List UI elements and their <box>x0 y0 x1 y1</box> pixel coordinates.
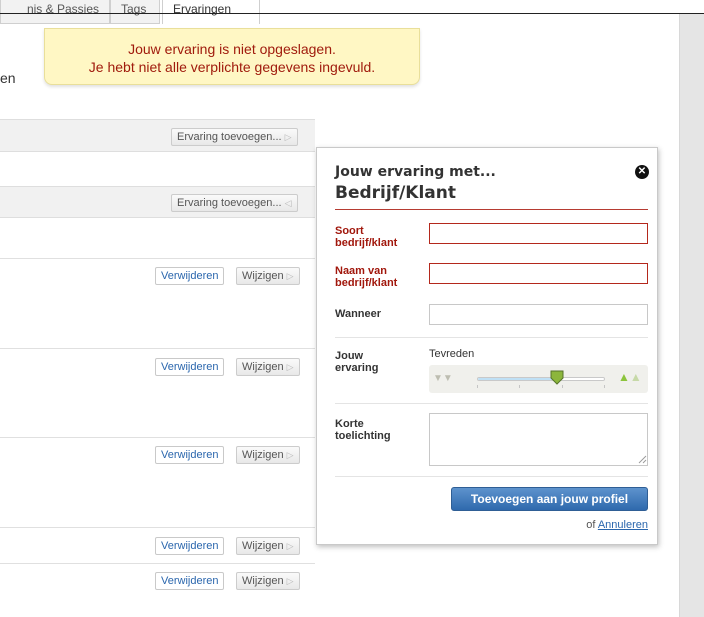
section-heading-fragment: en <box>0 70 16 86</box>
arrow-right-icon: ▷ <box>284 132 292 142</box>
divider <box>0 527 315 528</box>
comment-field-label: Korte toelichting <box>335 418 435 442</box>
add-experience-button-2[interactable]: Ervaring toevoegen... ◁ <box>171 194 298 212</box>
dialog-subtitle: Bedrijf/Klant <box>335 183 457 203</box>
type-field-label-line-2: bedrijf/klant <box>335 237 398 249</box>
when-field-label: Wanneer <box>335 308 382 320</box>
delete-button-2[interactable]: Verwijderen <box>155 358 225 376</box>
cancel-prefix: of <box>586 519 596 531</box>
dialog-title: Jouw ervaring met... <box>335 164 496 180</box>
when-input[interactable] <box>429 304 648 325</box>
delete-button-5[interactable]: Verwijderen <box>155 572 225 590</box>
resize-grip-icon[interactable] <box>637 454 647 464</box>
slider-track-fill <box>478 378 557 380</box>
experience-rating-label-line-1: Jouw <box>335 350 364 362</box>
close-icon[interactable]: ✕ <box>635 165 649 179</box>
arrow-right-icon: ▷ <box>286 362 294 372</box>
rating-value-label: Tevreden <box>429 348 475 360</box>
delete-button-4[interactable]: Verwijderen <box>155 537 225 555</box>
delete-button-1[interactable]: Verwijderen <box>155 267 225 285</box>
slider-track[interactable] <box>477 377 605 381</box>
comment-field-label-line-1: Korte <box>335 418 364 430</box>
name-field-label-line-1: Naam van <box>335 265 387 277</box>
arrow-right-icon: ▷ <box>286 271 294 281</box>
edit-button-2[interactable]: Wijzigen ▷ <box>236 358 300 376</box>
divider <box>335 476 648 477</box>
arrow-right-icon: ▷ <box>286 576 294 586</box>
tab-experiences[interactable]: Ervaringen <box>162 0 260 24</box>
divider <box>0 258 315 259</box>
edit-button-3[interactable]: Wijzigen ▷ <box>236 446 300 464</box>
company-name-input[interactable] <box>429 263 648 284</box>
edit-button-5[interactable]: Wijzigen ▷ <box>236 572 300 590</box>
name-field-label: Naam van bedrijf/klant <box>335 265 435 289</box>
arrow-right-icon: ▷ <box>286 541 294 551</box>
add-experience-dialog: Jouw ervaring met... Bedrijf/Klant ✕ Soo… <box>316 147 658 545</box>
arrow-left-icon: ◁ <box>284 198 292 208</box>
add-to-profile-button[interactable]: Toevoegen aan jouw profiel <box>451 487 648 511</box>
edit-label: Wijzigen <box>242 575 284 587</box>
edit-label: Wijzigen <box>242 540 284 552</box>
type-field-label: Soort bedrijf/klant <box>335 225 435 249</box>
thumbs-up-icon: ▲▲ <box>618 370 642 384</box>
comment-textarea[interactable] <box>429 413 648 466</box>
divider <box>0 563 315 564</box>
divider <box>0 437 315 438</box>
add-experience-button-1[interactable]: Ervaring toevoegen... ▷ <box>171 128 298 146</box>
divider <box>335 337 648 338</box>
type-field-label-line-1: Soort <box>335 225 364 237</box>
edit-button-4[interactable]: Wijzigen ▷ <box>236 537 300 555</box>
thumbs-down-icon: ▼▼ <box>433 373 453 384</box>
divider <box>0 348 315 349</box>
edit-label: Wijzigen <box>242 449 284 461</box>
rating-slider[interactable]: ▼▼ ▲▲ <box>429 365 648 393</box>
error-banner-line-1: Jouw ervaring is niet opgeslagen. <box>128 41 336 57</box>
company-type-input[interactable] <box>429 223 648 244</box>
divider <box>335 403 648 404</box>
tab-tags[interactable]: Tags <box>110 0 160 24</box>
edit-label: Wijzigen <box>242 361 284 373</box>
edit-button-1[interactable]: Wijzigen ▷ <box>236 267 300 285</box>
error-banner: Jouw ervaring is niet opgeslagen. Je heb… <box>44 28 420 85</box>
tab-interests[interactable]: nis & Passies <box>0 0 110 24</box>
dialog-header-divider <box>335 209 648 210</box>
add-experience-label: Ervaring toevoegen... <box>177 197 282 209</box>
experience-rating-label-line-2: ervaring <box>335 362 379 374</box>
cancel-row: of Annuleren <box>557 519 648 531</box>
edit-label: Wijzigen <box>242 270 284 282</box>
error-banner-line-2: Je hebt niet alle verplichte gegevens in… <box>88 59 376 75</box>
cancel-link[interactable]: Annuleren <box>598 519 648 531</box>
right-sidebar <box>679 14 704 617</box>
slider-thumb-icon[interactable] <box>549 369 565 385</box>
slider-ticks <box>477 385 605 389</box>
header-divider <box>0 13 704 14</box>
name-field-label-line-2: bedrijf/klant <box>335 277 398 289</box>
delete-button-3[interactable]: Verwijderen <box>155 446 225 464</box>
add-experience-label: Ervaring toevoegen... <box>177 131 282 143</box>
comment-field-label-line-2: toelichting <box>335 430 391 442</box>
experience-rating-label: Jouw ervaring <box>335 350 435 374</box>
arrow-right-icon: ▷ <box>286 450 294 460</box>
